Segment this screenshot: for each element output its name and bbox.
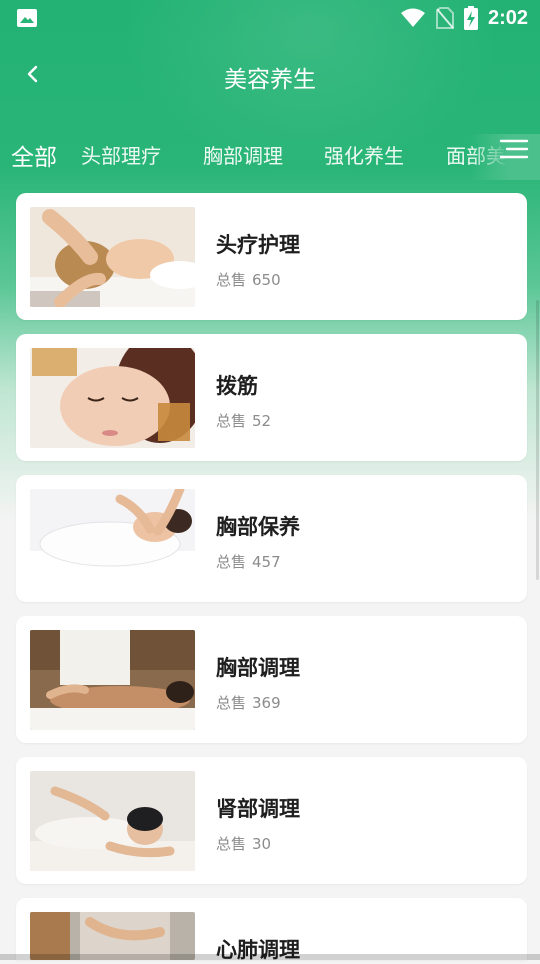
service-name: 头疗护理	[216, 233, 300, 257]
wifi-icon	[400, 8, 425, 27]
service-image	[30, 630, 195, 730]
sales-count: 30	[252, 835, 272, 853]
tab-all[interactable]: 全部	[11, 138, 57, 172]
service-image	[30, 912, 195, 960]
sales-label: 总售	[216, 694, 247, 712]
sales-label: 总售	[216, 835, 247, 853]
app-header: 美容养生	[0, 44, 540, 104]
battery-charging-icon	[463, 6, 478, 30]
sales-count: 457	[252, 553, 281, 571]
sales-label: 总售	[216, 412, 247, 430]
service-sales: 总售 650	[216, 269, 281, 290]
category-tabs: 全部 头部理疗 胸部调理 强化养生 面部美	[0, 134, 540, 180]
service-card[interactable]: 拨筋 总售 52	[16, 334, 527, 461]
tab-chest-care[interactable]: 胸部调理	[203, 140, 283, 169]
service-card[interactable]: 心肺调理	[16, 898, 527, 962]
sales-count: 52	[252, 412, 272, 430]
service-name: 拨筋	[216, 374, 258, 398]
sales-count: 369	[252, 694, 281, 712]
sales-label: 总售	[216, 271, 247, 289]
service-sales: 总售 457	[216, 551, 281, 572]
status-time: 2:02	[487, 6, 528, 29]
status-icons: 2:02	[400, 4, 528, 32]
sales-label: 总售	[216, 553, 247, 571]
service-sales: 总售 52	[216, 410, 271, 431]
sales-count: 650	[252, 271, 281, 289]
service-image	[30, 207, 195, 307]
service-name: 胸部保养	[216, 515, 300, 539]
tab-wellness[interactable]: 强化养生	[324, 140, 404, 169]
service-sales: 总售 369	[216, 692, 281, 713]
service-sales: 总售 30	[216, 833, 271, 854]
page-title: 美容养生	[224, 67, 316, 93]
service-card[interactable]: 胸部调理 总售 369	[16, 616, 527, 743]
service-name: 肾部调理	[216, 797, 300, 821]
service-image	[30, 771, 195, 871]
service-name: 胸部调理	[216, 656, 300, 680]
service-card[interactable]: 头疗护理 总售 650	[16, 193, 527, 320]
bottom-shadow	[0, 954, 540, 960]
service-card[interactable]: 肾部调理 总售 30	[16, 757, 527, 884]
service-image	[30, 489, 195, 589]
status-bar: 2:02	[0, 0, 540, 36]
service-image	[30, 348, 195, 448]
no-sim-icon	[435, 7, 454, 29]
service-card[interactable]: 胸部保养 总售 457	[16, 475, 527, 602]
scrollbar[interactable]	[536, 300, 539, 580]
menu-lines-icon[interactable]	[498, 136, 530, 164]
image-icon	[17, 9, 37, 27]
tab-head-therapy[interactable]: 头部理疗	[81, 140, 161, 169]
